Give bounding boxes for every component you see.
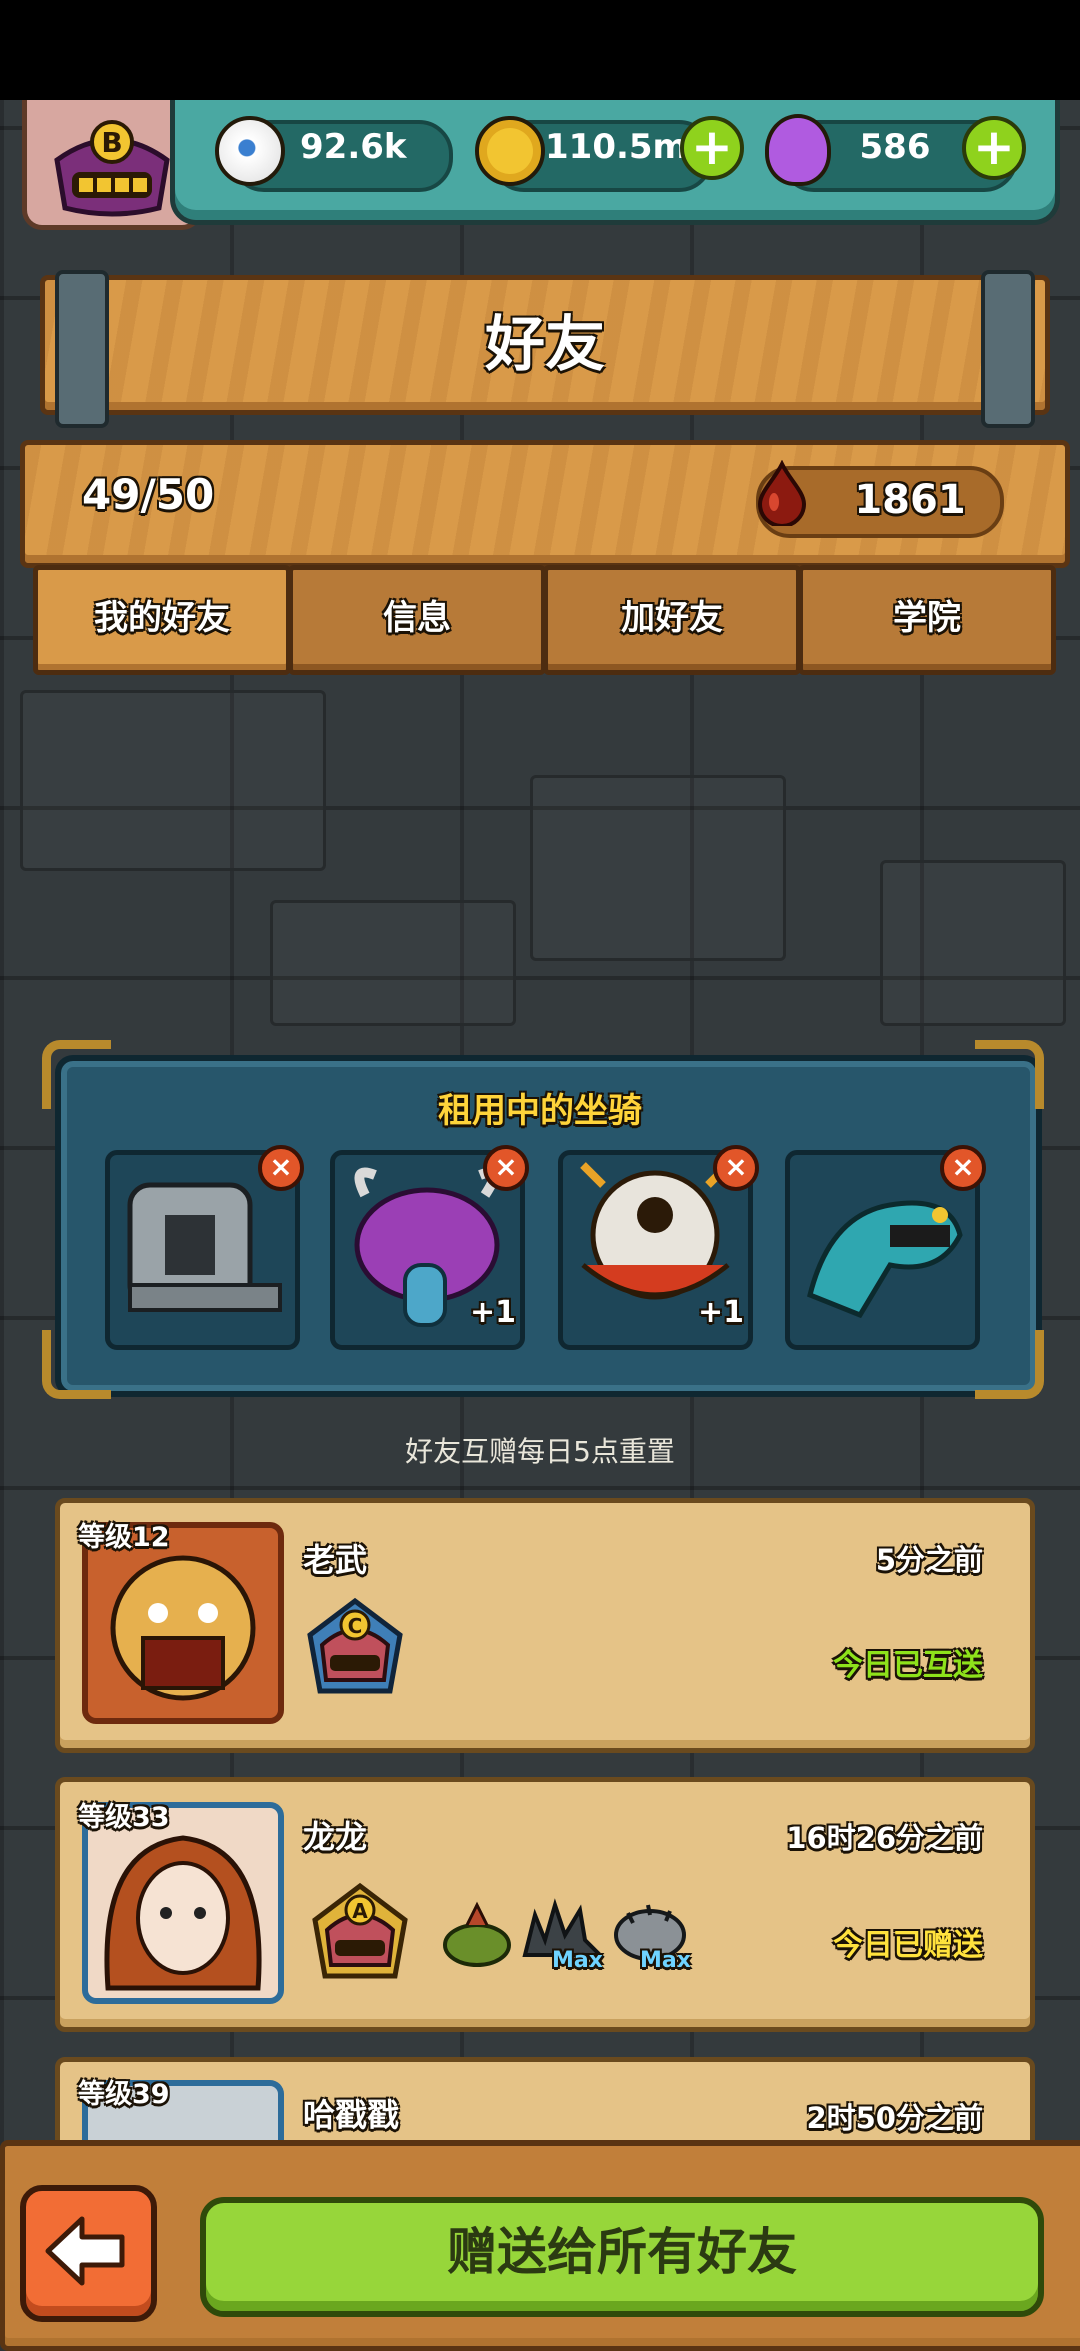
potion-icon xyxy=(765,114,831,186)
eyeball-icon xyxy=(215,116,285,186)
potion-count: 586 xyxy=(859,127,931,167)
gift-status: 今日已互送 xyxy=(833,1648,983,1683)
add-potions-button[interactable]: + xyxy=(962,116,1026,180)
friend-rank-badge-icon: C xyxy=(307,1597,403,1694)
friend-last-seen: 2时50分之前 xyxy=(806,2101,983,2135)
eyeball-count: 92.6k xyxy=(300,127,407,167)
turtle-pet-icon xyxy=(443,1901,511,1967)
send-to-all-label: 赠送给所有好友 xyxy=(447,2223,797,2281)
friend-level: 等级39 xyxy=(78,2079,170,2110)
tab-academy[interactable]: 学院 xyxy=(798,565,1056,675)
pet-max-label: Max xyxy=(552,1948,603,1973)
friend-level: 等级12 xyxy=(78,1522,170,1553)
back-button[interactable] xyxy=(20,2185,157,2322)
gift-status: 今日已赠送 xyxy=(833,1928,983,1963)
friend-count: 49/50 xyxy=(82,470,215,519)
tiger-monster-avatar-icon xyxy=(110,1555,256,1701)
wall-plate xyxy=(20,690,326,871)
coin-count: 110.5m xyxy=(545,127,688,167)
remove-mount-4-button[interactable]: × xyxy=(940,1145,986,1191)
mount-bonus-label: +1 xyxy=(470,1295,517,1330)
friend-last-seen: 16时26分之前 xyxy=(786,1821,983,1855)
wall-plate xyxy=(880,860,1066,1026)
svg-text:B: B xyxy=(101,126,122,159)
page-title: 好友 xyxy=(485,310,605,380)
svg-text:C: C xyxy=(348,1614,363,1638)
title-board: 好友 xyxy=(40,270,1050,428)
remove-mount-1-button[interactable]: × xyxy=(258,1145,304,1191)
panel-corner xyxy=(975,1330,1044,1399)
tab-messages[interactable]: 信息 xyxy=(288,565,546,675)
tab-my-friends[interactable]: 我的好友 xyxy=(33,565,291,675)
reset-note: 好友互赠每日5点重置 xyxy=(405,1435,675,1468)
friend-level: 等级33 xyxy=(78,1802,170,1833)
friend-name: 龙龙 xyxy=(303,1818,368,1856)
girl-avatar-icon xyxy=(104,1835,262,1991)
wall-plate xyxy=(530,775,786,961)
remove-mount-3-button[interactable]: × xyxy=(713,1145,759,1191)
blood-count: 1861 xyxy=(854,477,966,523)
friend-name: 哈戳戳 xyxy=(303,2096,400,2134)
blood-drop-icon xyxy=(757,460,807,526)
wall-plate xyxy=(270,900,516,1026)
coin-icon xyxy=(475,116,545,186)
remove-mount-2-button[interactable]: × xyxy=(483,1145,529,1191)
svg-text:A: A xyxy=(352,1899,368,1923)
add-coins-button[interactable]: + xyxy=(680,116,744,180)
mounts-title: 租用中的坐骑 xyxy=(438,1091,642,1131)
status-bar xyxy=(0,0,1080,100)
arrow-left-icon xyxy=(45,2216,125,2286)
friend-name: 老武 xyxy=(303,1541,368,1579)
friend-last-seen: 5分之前 xyxy=(875,1543,983,1577)
panel-corner xyxy=(42,1330,111,1399)
mount-bonus-label: +1 xyxy=(698,1295,745,1330)
friend-rank-badge-icon: A xyxy=(312,1882,408,1979)
tab-add-friend[interactable]: 加好友 xyxy=(543,565,801,675)
